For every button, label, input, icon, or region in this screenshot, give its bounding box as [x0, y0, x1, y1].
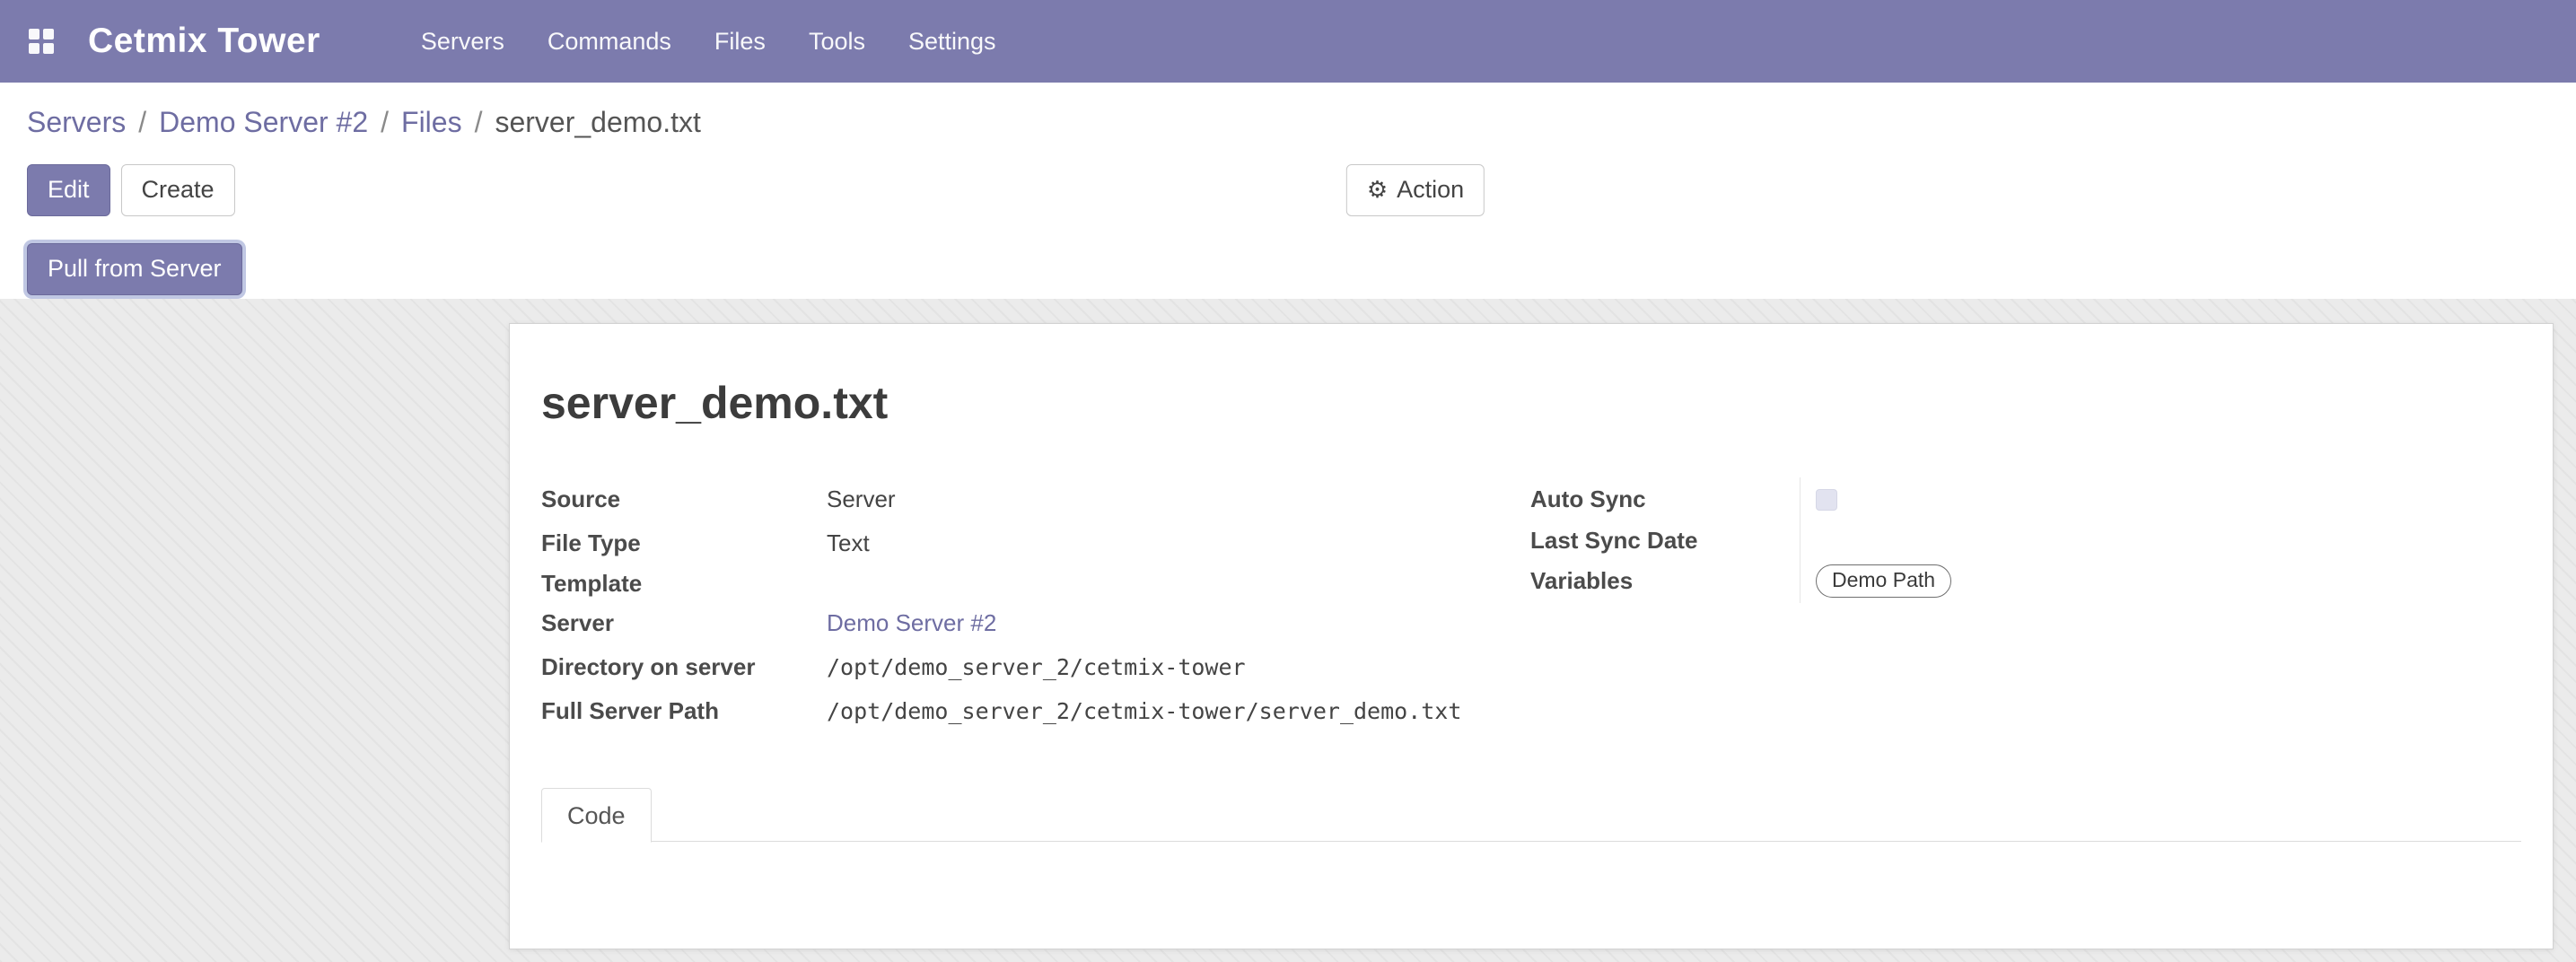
tab-code-content — [541, 842, 2521, 949]
tab-code[interactable]: Code — [541, 788, 652, 843]
field-row-auto-sync: Auto Sync — [1530, 477, 2521, 521]
breadcrumb-link-files[interactable]: Files — [401, 106, 462, 139]
field-value-variables: Demo Path — [1800, 559, 2521, 603]
breadcrumb-separator: / — [138, 106, 146, 139]
field-label-variables: Variables — [1530, 567, 1800, 595]
field-row-variables: Variables Demo Path — [1530, 559, 2521, 603]
topbar: Cetmix Tower Servers Commands Files Tool… — [0, 0, 2576, 83]
field-value-server: Demo Server #2 — [827, 601, 996, 645]
field-label-file-type: File Type — [541, 529, 827, 557]
action-button[interactable]: ⚙ Action — [1346, 164, 1485, 216]
app-title[interactable]: Cetmix Tower — [88, 22, 320, 61]
field-label-full-path: Full Server Path — [541, 697, 827, 725]
notebook-tabs: Code — [541, 787, 2521, 842]
variable-tag-demo-path: Demo Path — [1816, 564, 1951, 599]
field-row-server: Server Demo Server #2 — [541, 601, 1530, 645]
field-label-last-sync: Last Sync Date — [1530, 527, 1800, 555]
breadcrumb-link-servers[interactable]: Servers — [27, 106, 126, 139]
record-sheet: server_demo.txt Source Server File Type … — [509, 323, 2554, 949]
field-label-directory: Directory on server — [541, 653, 827, 681]
record-title: server_demo.txt — [541, 376, 2521, 430]
field-grid: Source Server File Type Text Template Se… — [541, 477, 2521, 733]
field-value-full-path: /opt/demo_server_2/cetmix-tower/server_d… — [827, 689, 1461, 733]
field-group-right: Auto Sync Last Sync Date Variables Demo … — [1530, 477, 2521, 733]
breadcrumb-link-demo-server[interactable]: Demo Server #2 — [159, 106, 368, 139]
action-button-label: Action — [1397, 177, 1464, 204]
field-row-directory: Directory on server /opt/demo_server_2/c… — [541, 645, 1530, 689]
menu-item-tools[interactable]: Tools — [809, 28, 865, 56]
auto-sync-checkbox[interactable] — [1816, 489, 1837, 511]
field-row-template: Template — [541, 565, 1530, 601]
gear-icon: ⚙ — [1367, 179, 1388, 202]
field-value-file-type: Text — [827, 521, 870, 565]
menu-item-files[interactable]: Files — [714, 28, 766, 56]
form-buttons: Edit Create — [27, 164, 235, 216]
pull-from-server-button[interactable]: Pull from Server — [27, 243, 242, 295]
top-menu: Servers Commands Files Tools Settings — [421, 28, 996, 56]
field-label-template: Template — [541, 570, 827, 598]
statusbar: Pull from Server — [27, 243, 242, 295]
create-button[interactable]: Create — [121, 164, 235, 216]
edit-button[interactable]: Edit — [27, 164, 110, 216]
field-label-server: Server — [541, 609, 827, 637]
breadcrumb-separator: / — [475, 106, 483, 139]
field-value-directory: /opt/demo_server_2/cetmix-tower — [827, 645, 1246, 689]
breadcrumb-separator: / — [381, 106, 389, 139]
field-group-left: Source Server File Type Text Template Se… — [541, 477, 1530, 733]
apps-grid-icon[interactable] — [27, 27, 56, 56]
control-panel: Servers / Demo Server #2 / Files / serve… — [0, 83, 2576, 299]
field-value-source: Server — [827, 477, 896, 521]
field-row-last-sync: Last Sync Date — [1530, 521, 2521, 559]
field-label-auto-sync: Auto Sync — [1530, 485, 1800, 513]
breadcrumb: Servers / Demo Server #2 / Files / serve… — [27, 106, 701, 139]
menu-item-settings[interactable]: Settings — [908, 28, 996, 56]
menu-item-servers[interactable]: Servers — [421, 28, 504, 56]
field-label-source: Source — [541, 485, 827, 513]
field-value-last-sync — [1800, 521, 2521, 559]
field-row-source: Source Server — [541, 477, 1530, 521]
menu-item-commands[interactable]: Commands — [548, 28, 671, 56]
field-row-full-path: Full Server Path /opt/demo_server_2/cetm… — [541, 689, 1530, 733]
content-area: server_demo.txt Source Server File Type … — [0, 299, 2576, 962]
breadcrumb-current: server_demo.txt — [495, 106, 700, 139]
server-record-link[interactable]: Demo Server #2 — [827, 609, 996, 637]
field-row-file-type: File Type Text — [541, 521, 1530, 565]
field-value-auto-sync — [1800, 477, 2521, 521]
